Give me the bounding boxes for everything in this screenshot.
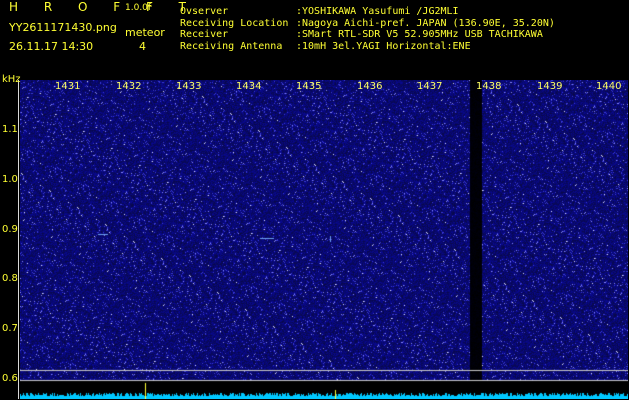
x-tick-label: 1436 [357, 81, 383, 92]
x-tick-label: 1431 [55, 81, 81, 92]
receiver-row: Receiver :SMart RTL-SDR V5 52.905MHz USB … [180, 29, 555, 41]
x-tick-label: 1432 [116, 81, 142, 92]
meteor-count: 4 [139, 40, 146, 53]
observer-key: Ovserver [180, 6, 229, 17]
meteor-label: meteor [125, 26, 165, 39]
location-key: Receiving Location [180, 17, 289, 29]
timestamp: 26.11.17 14:30 [9, 40, 94, 53]
antenna-row: Receiving Antenna :10mH 3el.YAGI Horizont… [180, 41, 555, 53]
x-tick-label: 1438 [476, 81, 502, 92]
x-tick-label: 1439 [537, 81, 563, 92]
y-tick-label: 1.0 [2, 174, 18, 185]
y-tick-label: 0.9 [2, 224, 18, 235]
receiver-key: Receiver [180, 29, 229, 40]
observer-value: :YOSHIKAWA Yasufumi /JG2MLI [296, 6, 459, 17]
location-row: Receiving Location :Nagoya Aichi-pref. JA… [180, 18, 555, 30]
antenna-key: Receiving Antenna [180, 40, 283, 52]
app-logo: H R O F F T [9, 0, 198, 14]
x-tick-label: 1437 [417, 81, 443, 92]
station-info: Ovserver :YOSHIKAWA Yasufumi /JG2MLI Rece… [180, 6, 555, 52]
file-name: YY2611171430.png [9, 21, 117, 34]
antenna-value: :10mH 3el.YAGI Horizontal:ENE [296, 40, 471, 52]
y-tick-label: 0.7 [2, 323, 18, 334]
y-tick-label: 0.6 [2, 373, 18, 384]
x-tick-label: 1434 [236, 81, 262, 92]
location-value: :Nagoya Aichi-pref. JAPAN (136.90E, 35.2… [296, 17, 555, 29]
app-version: 1.0.0f [125, 3, 152, 13]
y-tick-label: 1.1 [2, 124, 18, 135]
observer-row: Ovserver :YOSHIKAWA Yasufumi /JG2MLI [180, 6, 555, 18]
x-tick-label: 1435 [296, 81, 322, 92]
y-tick-label: 0.8 [2, 273, 18, 284]
x-tick-label: 1433 [176, 81, 202, 92]
plot-frame [18, 80, 629, 399]
receiver-value: :SMart RTL-SDR V5 52.905MHz USB TACHIKAW… [296, 29, 543, 40]
x-tick-label: 1440 [596, 81, 622, 92]
y-axis-unit: kHz [2, 74, 21, 85]
